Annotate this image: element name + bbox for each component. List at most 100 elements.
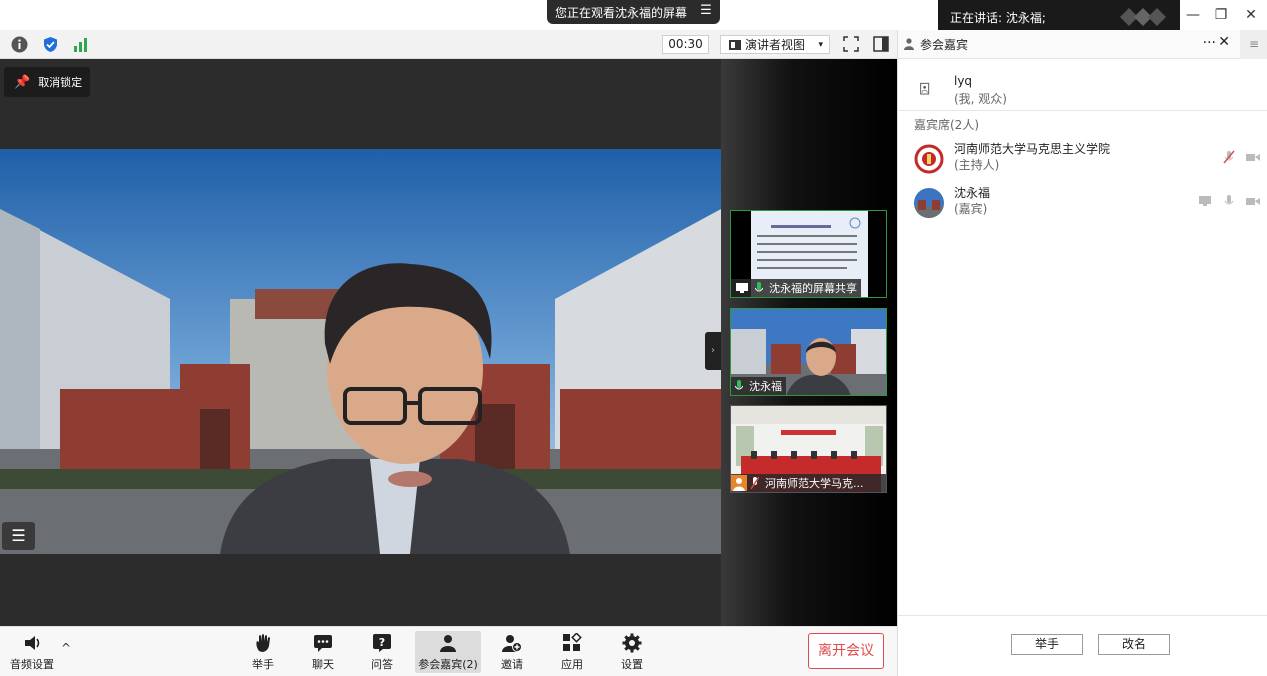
invite-label: 邀请 (501, 658, 523, 671)
close-panel-button[interactable]: ✕ (1218, 34, 1230, 50)
speaking-indicator: 正在讲话: 沈永福; (938, 0, 1180, 34)
participant-status-icons (1222, 150, 1260, 164)
raise-hand-label: 举手 (252, 658, 274, 671)
minimize-button[interactable]: — (1180, 4, 1206, 26)
main-video-feed (0, 149, 721, 554)
participant-name: 河南师范大学马克思主义学院 (954, 142, 1111, 156)
microphone-muted-icon[interactable] (1222, 150, 1236, 164)
thumbnail-label: 沈永福 (731, 377, 786, 395)
user-avatar-icon (731, 475, 747, 491)
thumbnail-strip: 沈永福的屏幕共享 沈永福 河南师范大学马克... (721, 59, 897, 626)
participant-role: (我, 观众) (954, 92, 1007, 106)
thumbnail-label: 沈永福的屏幕共享 (731, 279, 861, 297)
rename-button[interactable]: 改名 (1098, 634, 1170, 655)
thumbnail-speaker-video[interactable]: 沈永福 (730, 308, 887, 396)
title-bar: 您正在观看沈永福的屏幕 ☰ 正在讲话: 沈永福; — ❐ ✕ (0, 0, 1267, 34)
microphone-icon (755, 282, 763, 292)
thumbnail-host-video[interactable]: 河南师范大学马克... (730, 405, 887, 493)
participant-row-self[interactable]: lyq (我, 观众) (898, 74, 1267, 114)
participant-row-host[interactable]: 河南师范大学马克思主义学院 (主持人) (898, 140, 1267, 180)
unpin-label: 取消锁定 (38, 76, 83, 89)
microphone-icon[interactable] (1222, 194, 1236, 208)
participant-row-guest[interactable]: 沈永福 (嘉宾) (898, 184, 1267, 224)
chevron-down-icon: ▾ (818, 39, 823, 50)
collapse-thumbnails-button[interactable]: › (705, 332, 721, 370)
apps-grid-icon (563, 633, 582, 651)
close-window-button[interactable]: ✕ (1238, 4, 1264, 26)
signal-strength-icon[interactable] (72, 36, 89, 53)
speaker-icon (25, 636, 40, 650)
qa-control[interactable]: ? 问答 (352, 631, 412, 673)
participants-panel: 参会嘉宾 ··· ✕ ≡ lyq (我, 观众) 嘉宾席(2人) 河南师范大学马… (897, 30, 1267, 676)
thumbnail-screen-share[interactable]: 沈永福的屏幕共享 (730, 210, 887, 298)
thumbnail-label-text: 沈永福的屏幕共享 (769, 282, 857, 295)
panel-title: 参会嘉宾 (920, 37, 969, 52)
microphone-muted-icon (751, 477, 759, 489)
meeting-timer: 00:30 (662, 35, 709, 54)
fullscreen-icon[interactable] (843, 36, 859, 52)
panel-side-menu-icon[interactable]: ≡ (1240, 30, 1267, 59)
panel-footer: 举手 改名 (898, 615, 1267, 676)
speaking-wave-icon (1120, 8, 1166, 26)
chat-label: 聊天 (312, 658, 334, 671)
participants-icon (440, 635, 456, 652)
participant-name: 沈永福 (954, 186, 991, 200)
more-options-icon[interactable]: ··· (1203, 35, 1216, 51)
thumbnail-label-text: 沈永福 (749, 380, 782, 393)
thumbnail-label: 河南师范大学马克... (731, 474, 886, 492)
settings-control[interactable]: 设置 (602, 631, 662, 673)
view-mode-label: 演讲者视图 (745, 38, 806, 52)
thumbnail-label-text: 河南师范大学马克... (765, 477, 864, 490)
camera-icon[interactable] (1246, 150, 1260, 164)
invite-user-icon (502, 635, 522, 652)
security-shield-icon[interactable] (42, 36, 59, 53)
screen-share-notice: 您正在观看沈永福的屏幕 ☰ (547, 0, 720, 24)
share-notice-text: 您正在观看沈永福的屏幕 (555, 5, 688, 20)
audio-settings-label: 音频设置 (10, 658, 54, 671)
panel-header: 参会嘉宾 ··· ✕ ≡ (898, 30, 1267, 59)
chat-icon (314, 635, 332, 652)
settings-label: 设置 (621, 658, 643, 671)
participants-control[interactable]: 参会嘉宾(2) (415, 631, 481, 673)
qa-label: 问答 (371, 658, 393, 671)
apps-control[interactable]: 应用 (542, 631, 602, 673)
participant-status-icons (1198, 194, 1260, 208)
guest-section-title: 嘉宾席(2人) (914, 118, 979, 132)
unpin-button[interactable]: 📌 取消锁定 (4, 67, 90, 97)
main-stage: 📌 取消锁定 ☰ (0, 59, 721, 626)
guest-avatar (914, 188, 944, 218)
list-icon[interactable]: ☰ (2, 522, 35, 550)
restore-button[interactable]: ❐ (1208, 4, 1234, 26)
apps-label: 应用 (561, 658, 583, 671)
participant-role: (主持人) (954, 158, 1000, 172)
participant-name: lyq (954, 74, 973, 88)
hand-icon (256, 634, 270, 652)
gear-icon (622, 633, 642, 653)
screen-share-icon[interactable] (1198, 194, 1212, 208)
camera-icon[interactable] (1246, 194, 1260, 208)
question-icon: ? (373, 634, 391, 652)
raise-hand-button[interactable]: 举手 (1011, 634, 1083, 655)
meeting-toolbar: 00:30 演讲者视图 ▾ (0, 30, 897, 59)
svg-text:?: ? (379, 636, 385, 649)
control-bar: 音频设置 ^ 举手 聊天 ? 问答 参会嘉宾(2) 邀请 应用 设置 离开会议 (0, 626, 897, 676)
speaking-text: 正在讲话: 沈永福; (950, 10, 1046, 25)
leave-meeting-button[interactable]: 离开会议 (808, 633, 884, 669)
layout-icon (729, 39, 741, 50)
side-panel-toggle-icon[interactable] (873, 36, 889, 52)
screen-share-icon (736, 283, 748, 293)
viewer-icon (920, 82, 930, 95)
divider (898, 110, 1267, 111)
host-avatar (914, 144, 944, 174)
audio-settings-button[interactable]: 音频设置 (2, 631, 62, 673)
raise-hand-control[interactable]: 举手 (233, 631, 293, 673)
view-mode-select[interactable]: 演讲者视图 ▾ (720, 35, 830, 54)
info-icon[interactable] (11, 36, 28, 53)
pin-icon: 📌 (14, 74, 31, 90)
share-menu-icon[interactable]: ☰ (698, 3, 714, 19)
audio-options-caret[interactable]: ^ (61, 641, 71, 655)
person-icon (904, 38, 914, 50)
chat-control[interactable]: 聊天 (293, 631, 353, 673)
invite-control[interactable]: 邀请 (482, 631, 542, 673)
participant-role: (嘉宾) (954, 202, 988, 216)
